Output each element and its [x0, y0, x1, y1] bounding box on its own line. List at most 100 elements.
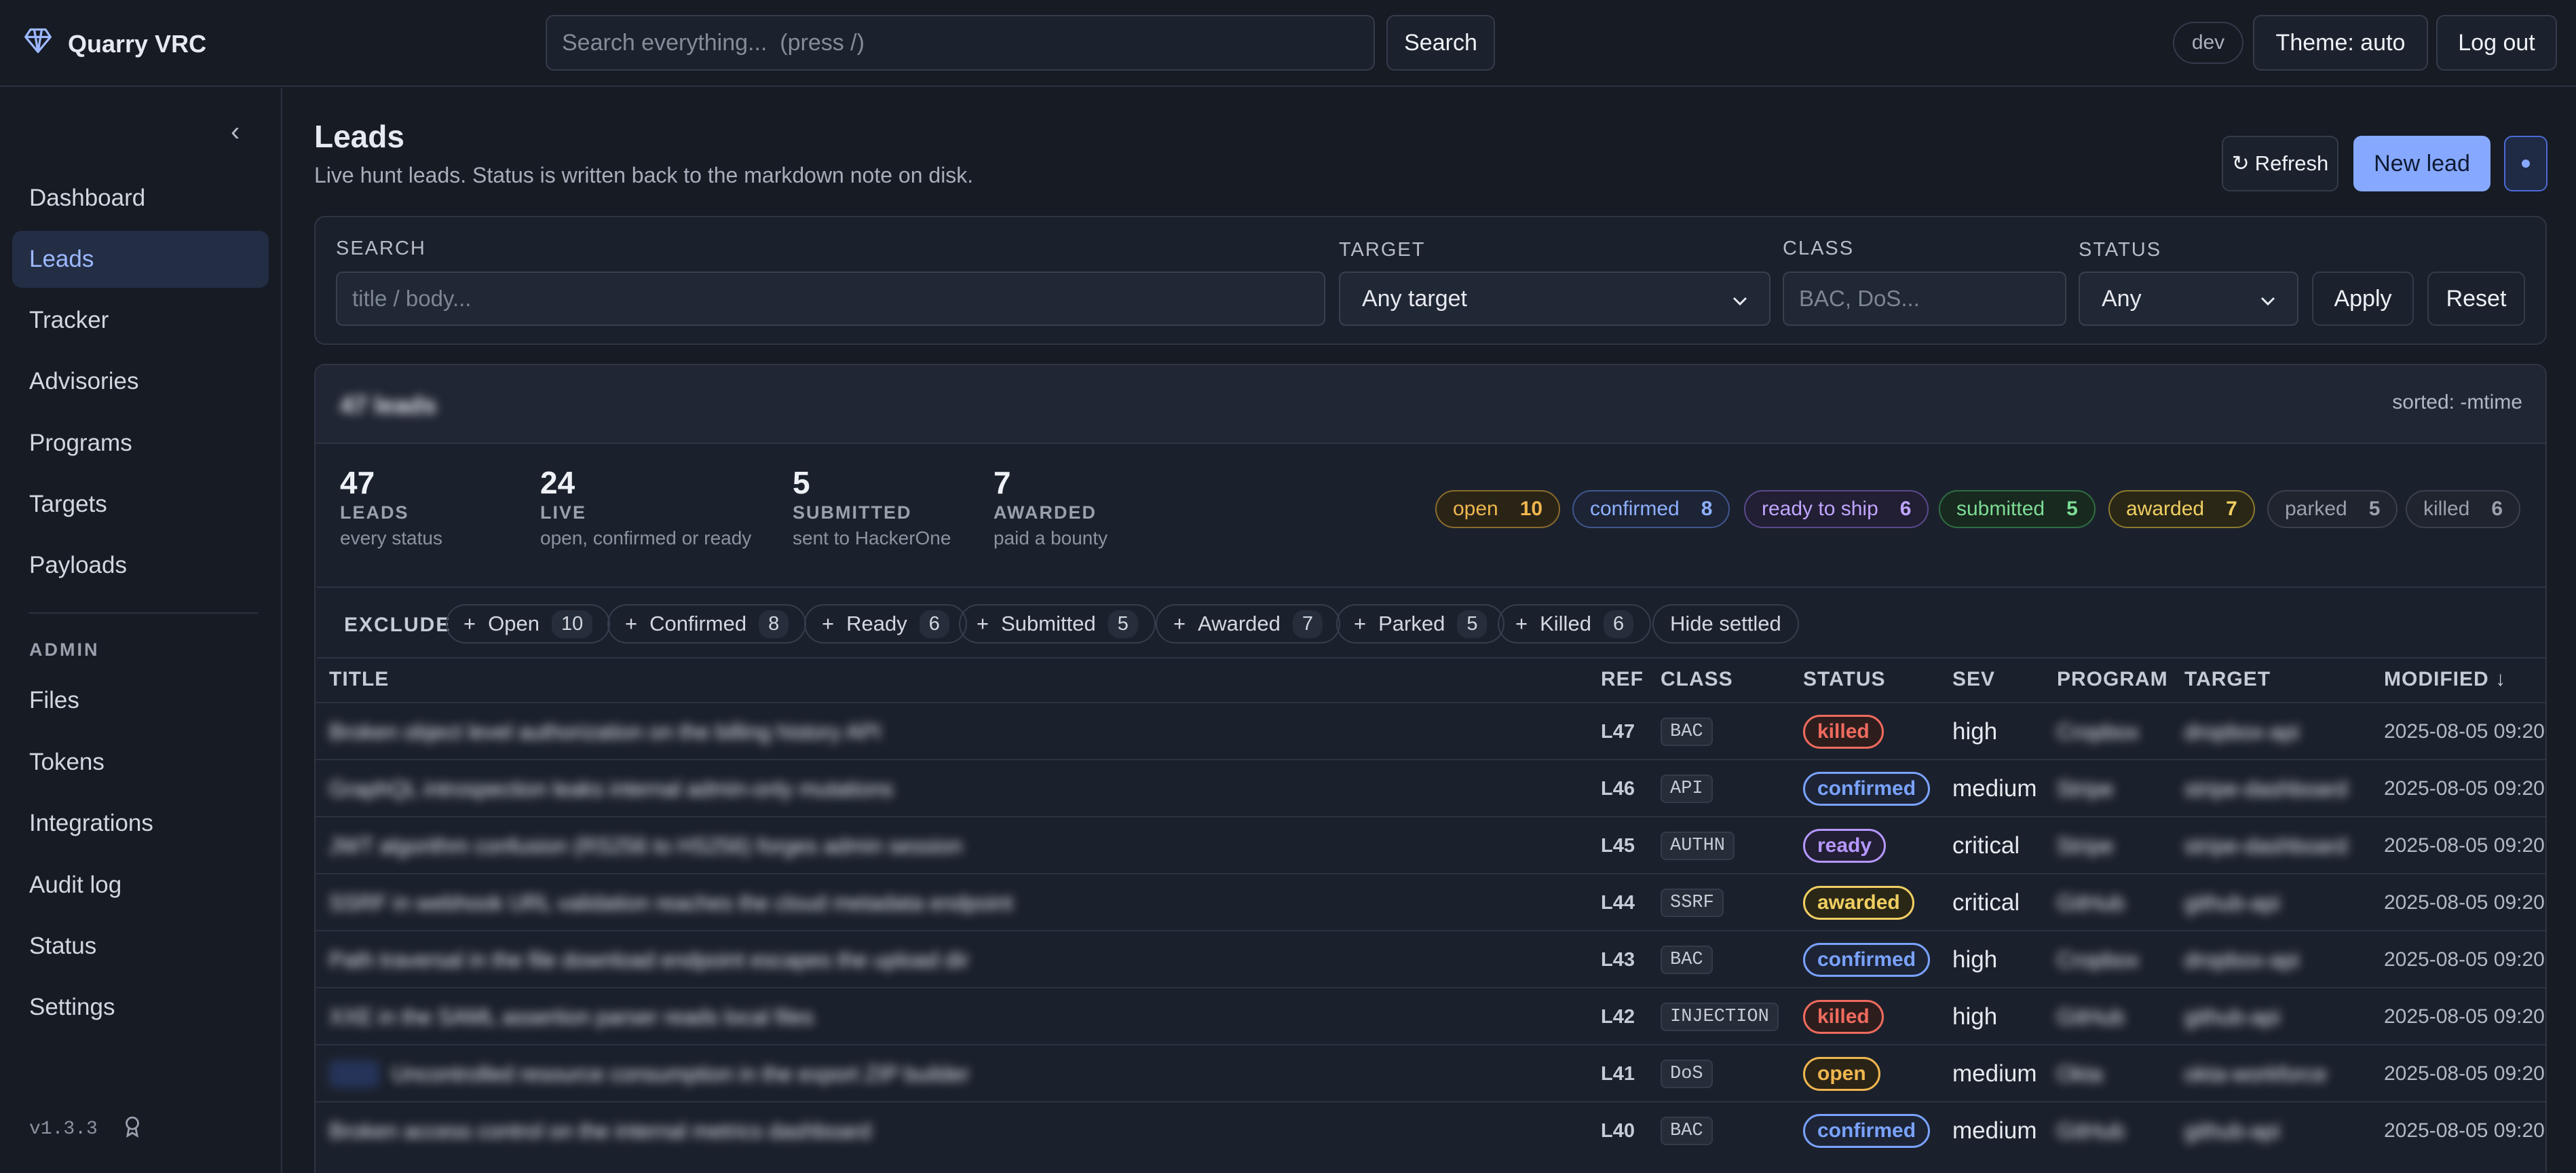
chevron-left-icon[interactable]: ‹: [231, 117, 240, 147]
apply-button[interactable]: Apply: [2312, 272, 2414, 326]
table-row[interactable]: Path traversal in the file download endp…: [316, 930, 2545, 988]
sidebar-item-settings[interactable]: Settings: [12, 979, 269, 1036]
exclude-chip-open[interactable]: + Open 10: [446, 604, 611, 644]
status-pill-killed[interactable]: killed 6: [2406, 490, 2521, 528]
sidebar-item-files[interactable]: Files: [12, 672, 269, 729]
sidebar-item-audit-log[interactable]: Audit log: [12, 857, 269, 914]
target-link[interactable]: stripe-dashboard: [2184, 777, 2347, 802]
modified-cell: 2025-08-05 09:20: [2384, 874, 2545, 931]
target-link[interactable]: github-api: [2184, 1005, 2280, 1030]
reset-button[interactable]: Reset: [2427, 272, 2525, 326]
program-link[interactable]: GitHub: [2057, 1119, 2125, 1144]
target-select[interactable]: Any target: [1339, 272, 1770, 326]
status-cell: killed: [1803, 988, 1884, 1045]
target-link[interactable]: github-api: [2184, 1119, 2280, 1144]
new-lead-button[interactable]: New lead: [2353, 136, 2490, 191]
pill-label: open: [1453, 498, 1498, 520]
program-link[interactable]: Cropbox: [2057, 720, 2139, 745]
sidebar-item-tokens[interactable]: Tokens: [12, 734, 269, 791]
theme-button[interactable]: Theme: auto: [2253, 15, 2428, 71]
column-header-sev[interactable]: SEV: [1952, 668, 1995, 691]
table-row[interactable]: GraphQL introspection leaks internal adm…: [316, 759, 2545, 817]
target-link[interactable]: okta-workforce: [2184, 1062, 2327, 1087]
search-filter-input[interactable]: [336, 272, 1325, 326]
program-cell: Cropbox: [2057, 931, 2139, 988]
program-link[interactable]: Stripe: [2057, 777, 2114, 802]
table-row[interactable]: JWT algorithm confusion (RS256 to HS256)…: [316, 816, 2545, 873]
sidebar-item-programs[interactable]: Programs: [12, 415, 269, 472]
sidebar-item-dashboard[interactable]: Dashboard: [12, 170, 269, 227]
exclude-chip-parked[interactable]: + Parked 5: [1336, 604, 1505, 644]
class-cell: API: [1661, 760, 1713, 817]
hide-settled-chip[interactable]: Hide settled: [1652, 604, 1799, 644]
target-link[interactable]: dropbox-api: [2184, 720, 2299, 745]
program-link[interactable]: Okta: [2057, 1062, 2103, 1087]
lead-title-link[interactable]: JWT algorithm confusion (RS256 to HS256)…: [329, 834, 962, 859]
status-pill-open[interactable]: open 10: [1435, 490, 1561, 528]
column-header-ref[interactable]: REF: [1601, 668, 1644, 691]
stat-leads: 47 LEADS every status: [340, 464, 442, 549]
program-link[interactable]: Stripe: [2057, 834, 2114, 859]
exclude-label: EXCLUDE: [344, 614, 451, 636]
logout-button[interactable]: Log out: [2436, 15, 2557, 71]
column-header-program[interactable]: PROGRAM: [2057, 668, 2168, 691]
table-row[interactable]: Broken access control on the internal me…: [316, 1101, 2545, 1158]
plus-icon: +: [1515, 612, 1528, 635]
sidebar-item-status[interactable]: Status: [12, 918, 269, 975]
modified-timestamp: 2025-08-05 09:20: [2384, 948, 2545, 971]
column-header-class[interactable]: CLASS: [1661, 668, 1733, 691]
ref-label: L47: [1601, 720, 1635, 743]
target-link[interactable]: github-api: [2184, 891, 2280, 916]
column-header-status[interactable]: STATUS: [1803, 668, 1886, 691]
sidebar-item-targets[interactable]: Targets: [12, 476, 269, 533]
lead-title-link[interactable]: Broken object level authorization on the…: [329, 720, 881, 745]
program-link[interactable]: Cropbox: [2057, 948, 2139, 973]
lead-title-link[interactable]: Path traversal in the file download endp…: [329, 948, 969, 973]
modified-cell: 2025-08-05 09:20: [2384, 1045, 2545, 1102]
status-pill-confirmed[interactable]: confirmed 8: [1572, 490, 1730, 528]
sidebar-item-tracker[interactable]: Tracker: [12, 292, 269, 349]
global-search-input[interactable]: [546, 15, 1375, 71]
class-filter-input[interactable]: [1783, 272, 2066, 326]
lead-title-link[interactable]: Uncontrolled resource consumption in the…: [392, 1062, 969, 1087]
class-badge: DoS: [1661, 1060, 1713, 1088]
lead-title-link[interactable]: SSRF in webhook URL validation reaches t…: [329, 891, 1012, 916]
exclude-chip-killed[interactable]: + Killed 6: [1498, 604, 1652, 644]
table-row[interactable]: Uncontrolled resource consumption in the…: [316, 1044, 2545, 1102]
lead-title-link[interactable]: GraphQL introspection leaks internal adm…: [329, 777, 893, 802]
brand[interactable]: Quarry VRC: [23, 26, 206, 62]
modified-timestamp: 2025-08-05 09:20: [2384, 891, 2545, 914]
status-pill-parked[interactable]: parked 5: [2267, 490, 2398, 528]
pill-label: awarded: [2126, 498, 2205, 520]
lead-title-link[interactable]: Broken access control on the internal me…: [329, 1119, 871, 1144]
top-bar: Quarry VRC Search dev Theme: auto Log ou…: [0, 0, 2576, 87]
status-pill-submitted[interactable]: submitted 5: [1939, 490, 2096, 528]
badge-icon[interactable]: [121, 1115, 144, 1144]
status-pill-awarded[interactable]: awarded 7: [2108, 490, 2255, 528]
results-panel: 47 leads sorted: -mtime 47 LEADS every s…: [314, 364, 2547, 1173]
program-link[interactable]: GitHub: [2057, 1005, 2125, 1030]
table-row[interactable]: SSRF in webhook URL validation reaches t…: [316, 873, 2545, 931]
target-link[interactable]: stripe-dashboard: [2184, 834, 2347, 859]
table-row[interactable]: XXE in the SAML assertion parser reads l…: [316, 987, 2545, 1045]
sidebar-item-leads[interactable]: Leads: [12, 231, 269, 288]
exclude-chip-confirmed[interactable]: + Confirmed 8: [607, 604, 807, 644]
column-header-target[interactable]: TARGET: [2184, 668, 2271, 691]
lead-title-link[interactable]: XXE in the SAML assertion parser reads l…: [329, 1005, 814, 1030]
column-header-modified[interactable]: MODIFIED ↓: [2384, 668, 2506, 691]
refresh-button[interactable]: ↻ Refresh: [2222, 136, 2338, 191]
exclude-chip-submitted[interactable]: + Submitted 5: [959, 604, 1156, 644]
sidebar-item-payloads[interactable]: Payloads: [12, 537, 269, 594]
status-pill-ready[interactable]: ready to ship 6: [1744, 490, 1929, 528]
sidebar-item-advisories[interactable]: Advisories: [12, 353, 269, 410]
status-select[interactable]: Any: [2079, 272, 2298, 326]
exclude-chip-ready[interactable]: + Ready 6: [804, 604, 967, 644]
table-row[interactable]: Broken object level authorization on the…: [316, 702, 2545, 759]
search-button[interactable]: Search: [1386, 15, 1495, 71]
column-header-title[interactable]: TITLE: [329, 668, 389, 691]
new-lead-menu-button[interactable]: [2504, 136, 2547, 191]
program-link[interactable]: GitHub: [2057, 891, 2125, 916]
sidebar-item-integrations[interactable]: Integrations: [12, 795, 269, 852]
target-link[interactable]: dropbox-api: [2184, 948, 2299, 973]
exclude-chip-awarded[interactable]: + Awarded 7: [1156, 604, 1341, 644]
